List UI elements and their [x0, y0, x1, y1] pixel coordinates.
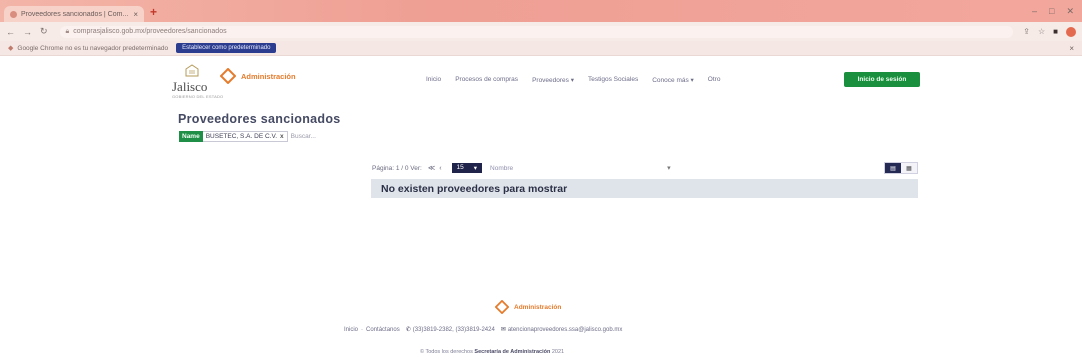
infobar-text: Google Chrome no es tu navegador predete…	[17, 44, 169, 52]
nav-item-procesos[interactable]: Procesos de compras	[455, 76, 518, 84]
set-default-button[interactable]: Establecer como predeterminado	[176, 43, 277, 53]
chevron-down-icon: ▾	[473, 165, 478, 172]
nav-item-conoce[interactable]: Conoce más ▾	[652, 76, 694, 84]
copyright: © Todos los derechos Secretaría de Admin…	[420, 349, 564, 355]
maximize-icon[interactable]: □	[1049, 6, 1054, 17]
footer-separator: ·	[361, 326, 364, 333]
sort-select[interactable]: Nombre	[490, 165, 513, 172]
jalisco-subtitle: GOBIERNO DEL ESTADO	[172, 94, 224, 99]
filter-chip-value: BUSETEC, S.A. DE C.V.	[205, 133, 277, 140]
jalisco-wordmark: Jalisco	[172, 79, 208, 94]
administracion-logo[interactable]: Administración	[220, 68, 296, 84]
filter-chip: BUSETEC, S.A. DE C.V. x	[202, 131, 288, 142]
minimize-icon[interactable]: –	[1032, 6, 1037, 17]
page-info: Página: 1 / 0 Ver:	[372, 164, 422, 172]
window-controls: – □ ✕	[1032, 6, 1074, 17]
url-text: comprasjalisco.gob.mx/proveedores/sancio…	[73, 28, 227, 35]
tab-title: Proveedores sancionados | Com...	[21, 10, 129, 18]
mail-icon: ✉	[500, 327, 506, 333]
chrome-warning-icon: ◆	[8, 45, 14, 52]
copyright-org: Secretaría de Administración	[474, 349, 551, 355]
site-header: Jalisco GOBIERNO DEL ESTADO Administraci…	[172, 60, 922, 100]
login-button[interactable]: Inicio de sesión	[844, 72, 920, 87]
first-page-icon[interactable]: ≪	[428, 164, 435, 172]
filter-remove-icon[interactable]: x	[280, 133, 284, 140]
copyright-prefix: © Todos los derechos	[420, 349, 473, 355]
filter-field-tag: Name	[179, 131, 203, 142]
default-browser-infobar: ◆ Google Chrome no es tu navegador prede…	[0, 41, 1082, 56]
administracion-diamond-icon	[220, 68, 236, 84]
star-icon[interactable]: ☆	[1038, 27, 1045, 37]
sort-chevron-icon[interactable]: ▾	[667, 164, 671, 172]
empty-results-message: No existen proveedores para mostrar	[371, 179, 918, 198]
footer-email[interactable]: atencionaproveedores.ssa@jalisco.gob.mx	[508, 327, 623, 333]
forward-icon[interactable]: →	[23, 27, 32, 37]
empty-results-text: No existen proveedores para mostrar	[381, 182, 568, 195]
footer-diamond-icon	[495, 300, 509, 314]
new-tab-button[interactable]: +	[150, 5, 157, 19]
reload-icon[interactable]: ↻	[40, 26, 48, 37]
browser-tab[interactable]: Proveedores sancionados | Com... ×	[4, 6, 144, 22]
back-icon[interactable]: ←	[6, 27, 15, 37]
extension-icon[interactable]: ■	[1053, 27, 1058, 37]
address-bar: ← → ↻ 🔒︎ comprasjalisco.gob.mx/proveedor…	[0, 22, 1082, 41]
toolbar-icons: ⇪ ☆ ■	[1023, 26, 1076, 37]
nav-item-testigos[interactable]: Testigos Sociales	[588, 76, 638, 84]
footer-administracion-logo[interactable]: Administración	[495, 300, 561, 314]
grid-view-icon[interactable]: ▦	[901, 163, 917, 173]
main-nav: Inicio Procesos de compras Proveedores ▾…	[426, 76, 720, 84]
page: Proveedores sancionados | Com... × + – □…	[0, 0, 1082, 363]
page-size-select[interactable]: 15 ▾	[451, 163, 483, 173]
jalisco-crest-icon	[185, 64, 199, 77]
footer-link-contactanos[interactable]: Contáctanos	[366, 327, 400, 333]
profile-avatar-icon[interactable]	[1066, 26, 1076, 37]
jalisco-logo[interactable]: Jalisco GOBIERNO DEL ESTADO	[172, 64, 223, 99]
view-toggle: ▤ ▦	[884, 162, 918, 174]
page-size-value: 15	[456, 164, 464, 171]
list-view-icon[interactable]: ▤	[885, 163, 901, 173]
search-filter: Name BUSETEC, S.A. DE C.V. x Buscar...	[179, 131, 316, 142]
footer-link-inicio[interactable]: Inicio	[344, 327, 358, 333]
nav-item-proveedores[interactable]: Proveedores ▾	[532, 76, 574, 84]
lock-icon: 🔒︎	[65, 27, 70, 35]
share-icon[interactable]: ⇪	[1023, 27, 1030, 37]
infobar-close-icon[interactable]: ×	[1069, 44, 1074, 53]
url-field[interactable]: 🔒︎ comprasjalisco.gob.mx/proveedores/san…	[59, 25, 1014, 38]
nav-item-inicio[interactable]: Inicio	[426, 76, 441, 84]
browser-tabbar: Proveedores sancionados | Com... × + – □…	[0, 0, 1082, 22]
footer-administracion-wordmark: Administración	[514, 303, 562, 311]
tab-close-icon[interactable]: ×	[133, 10, 138, 19]
copyright-year: 2021	[551, 349, 565, 355]
pagination-bar: Página: 1 / 0 Ver: ≪ ‹ 15 ▾ Nombre ▾ ▤ ▦	[372, 160, 918, 176]
favicon-icon	[10, 10, 17, 18]
prev-page-icon[interactable]: ‹	[439, 165, 441, 172]
nav-item-otro[interactable]: Otro	[708, 76, 721, 84]
close-window-icon[interactable]: ✕	[1066, 6, 1074, 17]
search-input[interactable]: Buscar...	[291, 133, 316, 140]
footer-links: Inicio · Contáctanos ✆ (33)3819-2382, (3…	[344, 326, 623, 334]
administracion-wordmark: Administración	[241, 71, 296, 81]
footer-phones: (33)3819-2382, (33)3819-2424	[412, 326, 495, 333]
phone-icon: ✆	[405, 327, 411, 333]
page-title: Proveedores sancionados	[178, 112, 341, 126]
